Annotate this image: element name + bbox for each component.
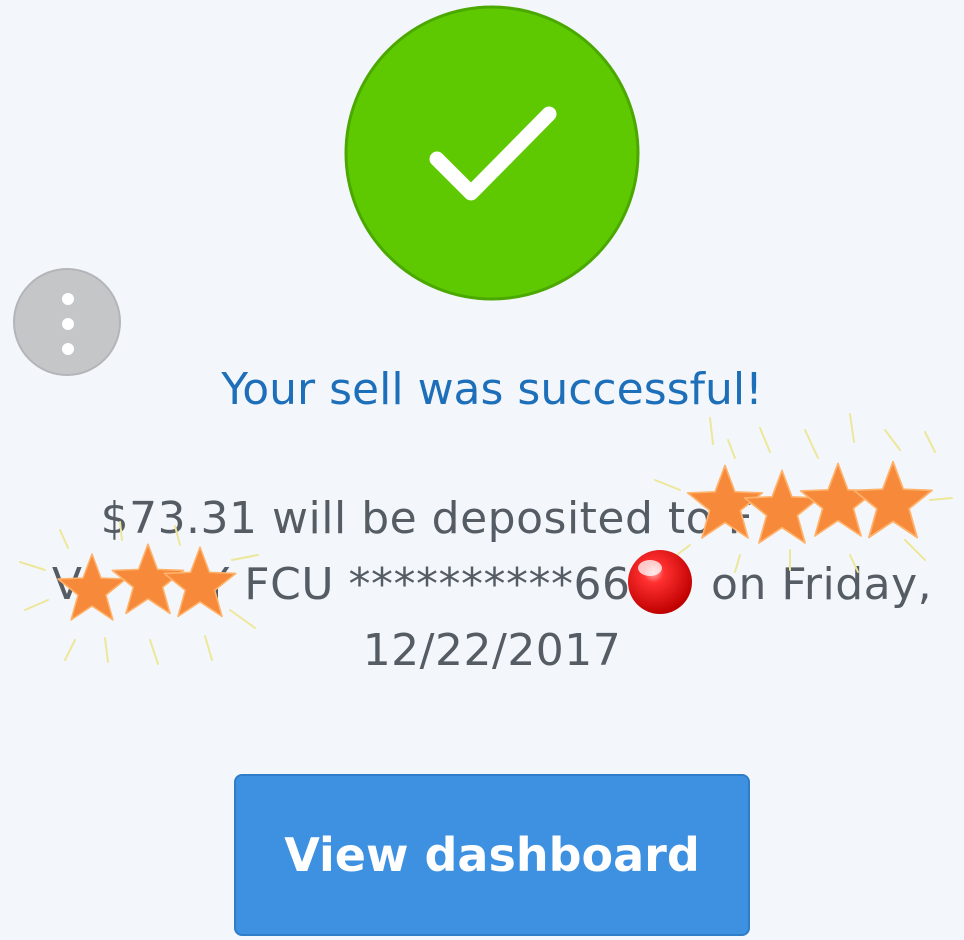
deposit-message: $73.31 will be deposited to F V Y FCU ****… bbox=[40, 486, 944, 684]
account-name-part-2: V bbox=[51, 559, 83, 610]
deposit-date: 12/22/2017 bbox=[362, 625, 622, 676]
account-name-part-3: Y FCU bbox=[202, 559, 335, 610]
date-prefix: on Friday, bbox=[711, 559, 933, 610]
more-vertical-icon-dot bbox=[62, 343, 74, 355]
deposit-amount: $73.31 bbox=[100, 493, 258, 544]
more-vertical-icon-dot bbox=[62, 318, 74, 330]
account-number-masked: **********66 bbox=[348, 559, 631, 610]
success-checkmark-badge bbox=[344, 5, 640, 301]
more-vertical-icon bbox=[62, 293, 74, 305]
deposit-text: will be deposited to bbox=[272, 493, 714, 544]
account-name-part-1: F bbox=[727, 493, 754, 544]
success-headline: Your sell was successful! bbox=[221, 364, 763, 415]
view-dashboard-button[interactable]: View dashboard bbox=[234, 774, 750, 936]
